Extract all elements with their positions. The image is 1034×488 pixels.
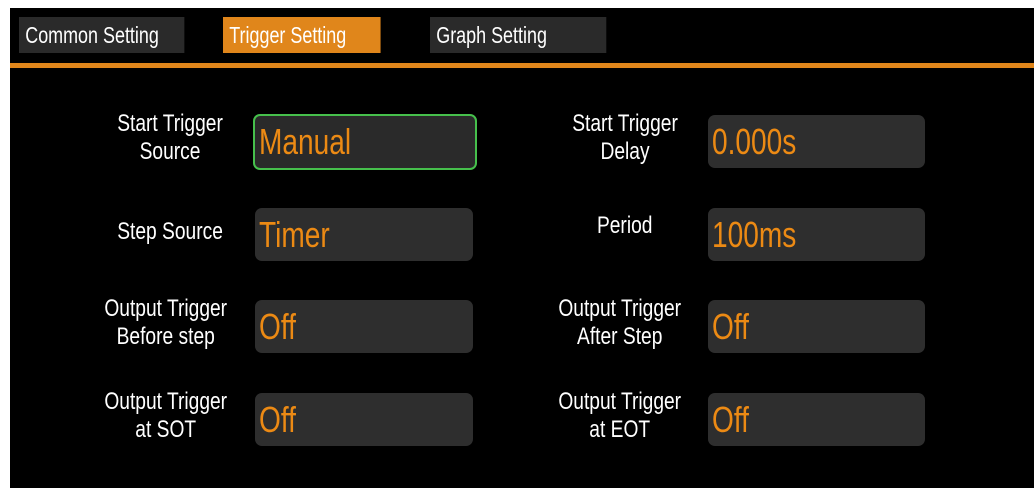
period-label: Period [542,212,708,240]
tab-bar: Common Setting Trigger Setting Graph Set… [10,8,1034,68]
step-source-field[interactable]: Timer [255,208,473,261]
period-field[interactable]: 100ms [708,208,925,261]
output-trigger-after-step-label-line2: After Step [577,323,663,350]
output-trigger-at-eot-label: Output Trigger at EOT [532,388,708,444]
output-trigger-at-sot-label-line2: at SOT [135,416,197,443]
start-trigger-delay-field[interactable]: 0.000s [708,115,925,168]
output-trigger-after-step-value: Off [712,305,749,347]
output-trigger-before-step-label-line1: Output Trigger [104,295,228,322]
output-trigger-after-step-field[interactable]: Off [708,300,925,353]
start-trigger-source-value: Manual [259,121,352,162]
output-trigger-at-sot-field[interactable]: Off [255,393,473,446]
step-source-value: Timer [259,213,330,255]
tab-trigger-setting[interactable]: Trigger Setting [223,17,381,53]
tab-common-setting[interactable]: Common Setting [19,17,185,53]
start-trigger-delay-label-line2: Delay [600,138,650,165]
output-trigger-at-sot-value: Off [259,398,296,440]
start-trigger-source-field[interactable]: Manual [253,114,477,170]
output-trigger-after-step-label: Output Trigger After Step [532,295,708,351]
step-source-label: Step Source [90,218,250,246]
output-trigger-at-eot-field[interactable]: Off [708,393,925,446]
start-trigger-delay-label-line1: Start Trigger [572,110,678,137]
start-trigger-source-label-line2: Source [139,138,201,165]
step-source-label-line1: Step Source [117,218,223,245]
period-label-line1: Period [597,212,653,239]
tab-underline [10,63,1034,68]
start-trigger-delay-label: Start Trigger Delay [542,110,708,166]
output-trigger-at-sot-label-line1: Output Trigger [104,388,228,415]
output-trigger-at-eot-label-line2: at EOT [589,416,651,443]
output-trigger-before-step-label-line2: Before step [116,323,216,350]
start-trigger-delay-value: 0.000s [712,120,797,162]
period-value: 100ms [712,213,797,255]
output-trigger-before-step-field[interactable]: Off [255,300,473,353]
start-trigger-source-label: Start Trigger Source [90,110,250,166]
output-trigger-at-sot-label: Output Trigger at SOT [80,388,252,444]
output-trigger-after-step-label-line1: Output Trigger [558,295,682,322]
output-trigger-before-step-value: Off [259,305,296,347]
tab-graph-setting[interactable]: Graph Setting [430,17,607,53]
start-trigger-source-label-line1: Start Trigger [117,110,223,137]
output-trigger-before-step-label: Output Trigger Before step [80,295,252,351]
trigger-setting-screen: Common Setting Trigger Setting Graph Set… [10,8,1034,488]
output-trigger-at-eot-value: Off [712,398,749,440]
output-trigger-at-eot-label-line1: Output Trigger [558,388,682,415]
